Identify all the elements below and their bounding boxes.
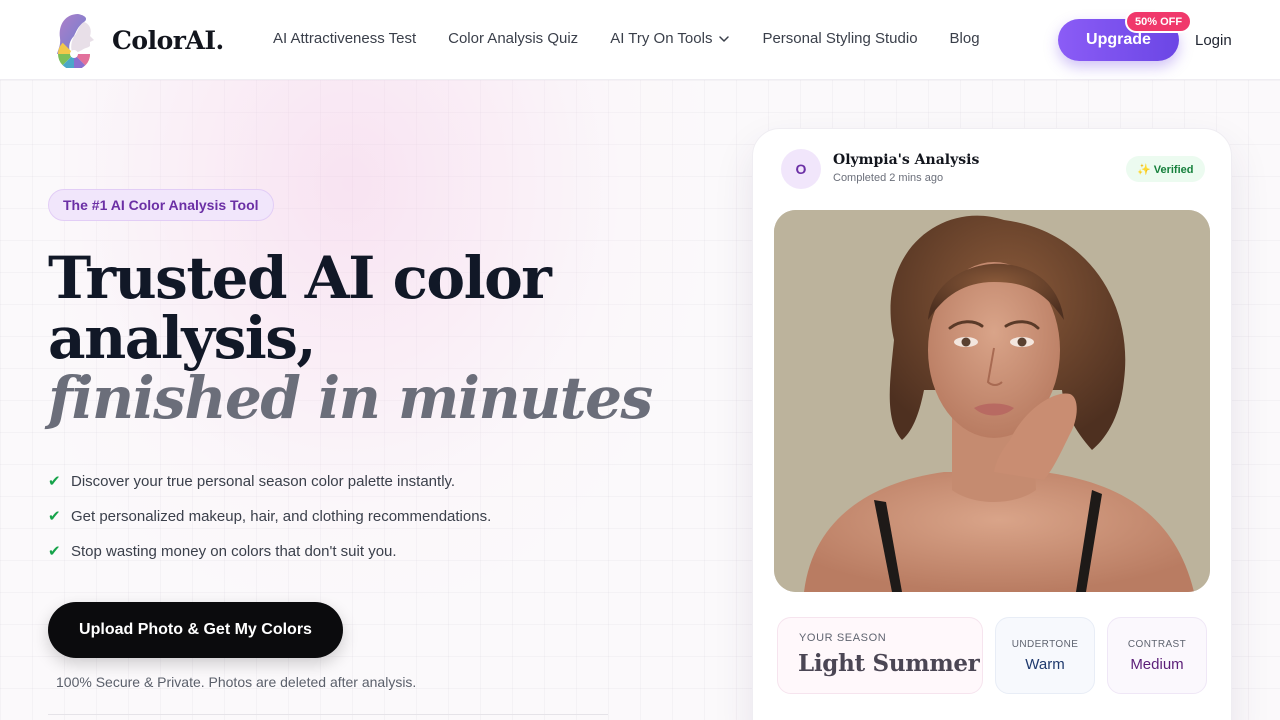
divider [48,714,608,715]
list-item: ✔ Get personalized makeup, hair, and clo… [48,505,491,527]
analysis-timestamp: Completed 2 mins ago [833,172,944,184]
hero-headline: Trusted AI color analysis, finished in m… [48,248,688,428]
privacy-note: 100% Secure & Private. Photos are delete… [56,674,417,690]
contrast-panel: CONTRAST Medium [1107,617,1207,694]
analysis-title: Olympia's Analysis [833,152,980,168]
undertone-panel: UNDERTONE Warm [995,617,1095,694]
list-item: ✔ Stop wasting money on colors that don'… [48,540,491,562]
list-item: ✔ Discover your true personal season col… [48,470,491,492]
brand-logo[interactable]: ColorAI. [54,12,224,68]
portrait-photo [774,210,1210,592]
season-label: YOUR SEASON [799,632,887,644]
nav-blog[interactable]: Blog [950,30,980,47]
headline-line-3: finished in minutes [48,364,653,432]
season-value: Light Summer [798,650,980,677]
benefit-text: Get personalized makeup, hair, and cloth… [71,507,492,525]
login-link[interactable]: Login [1195,32,1232,49]
chevron-down-icon [719,35,730,42]
benefit-list: ✔ Discover your true personal season col… [48,470,491,575]
nav-ai-attractiveness-test[interactable]: AI Attractiveness Test [273,30,416,47]
season-panel: YOUR SEASON Light Summer [777,617,983,694]
nav-ai-try-on-tools[interactable]: AI Try On Tools [610,30,730,47]
portrait-illustration [774,210,1210,592]
upload-photo-button[interactable]: Upload Photo & Get My Colors [48,602,343,658]
promo-badge: 50% OFF [1125,10,1193,33]
undertone-label: UNDERTONE [1011,639,1079,650]
benefit-text: Stop wasting money on colors that don't … [71,542,397,560]
check-icon: ✔ [48,543,61,560]
brand-name: ColorAI. [112,25,224,55]
check-icon: ✔ [48,508,61,525]
verified-badge: ✨ Verified [1126,156,1205,182]
headline-line-1: Trusted AI color [48,244,552,312]
nav-ai-try-on-tools-label: AI Try On Tools [610,30,713,47]
site-header: ColorAI. AI Attractiveness Test Color An… [0,0,1280,80]
check-icon: ✔ [48,473,61,490]
nav-color-analysis-quiz[interactable]: Color Analysis Quiz [448,30,578,47]
hero-tag: The #1 AI Color Analysis Tool [48,189,274,221]
main-nav: AI Attractiveness Test Color Analysis Qu… [273,30,1012,47]
contrast-label: CONTRAST [1127,639,1187,650]
contrast-value: Medium [1130,656,1184,673]
nav-personal-styling-studio[interactable]: Personal Styling Studio [762,30,917,47]
avatar: O [781,149,821,189]
headline-line-2: analysis, [48,304,317,372]
undertone-value: Warm [1025,656,1065,673]
benefit-text: Discover your true personal season color… [71,472,456,490]
woman-profile-color-wheel-icon [57,14,94,68]
